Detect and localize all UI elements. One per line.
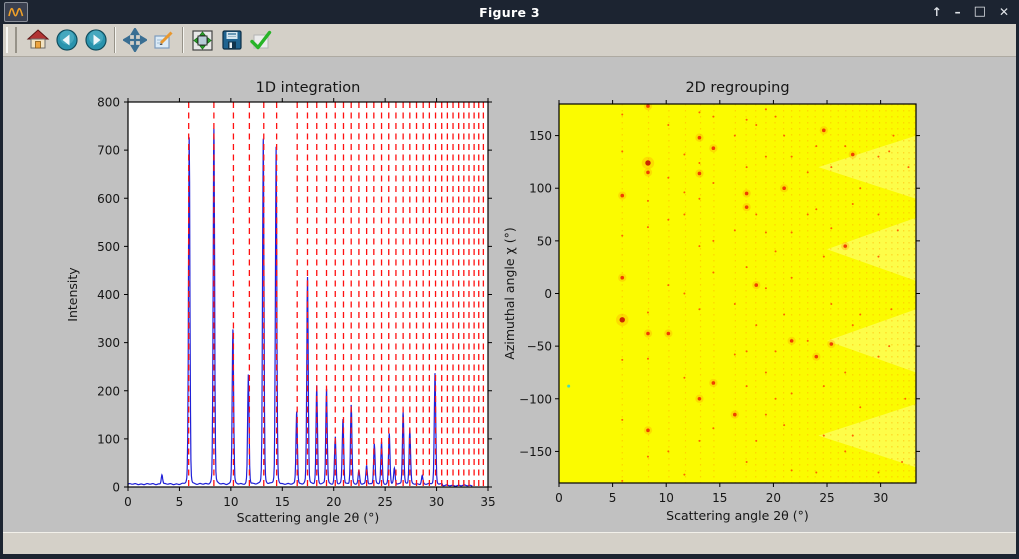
window-title: Figure 3 (0, 5, 1019, 20)
pan-icon (123, 28, 147, 52)
svg-text:0: 0 (124, 495, 132, 509)
svg-text:15: 15 (275, 495, 290, 509)
svg-text:25: 25 (378, 495, 393, 509)
svg-text:Scattering angle 2θ (°): Scattering angle 2θ (°) (666, 508, 809, 523)
svg-text:0: 0 (544, 287, 552, 301)
svg-text:20: 20 (326, 495, 341, 509)
svg-text:10: 10 (659, 491, 674, 505)
figure-window: Figure 3 ↑ – □ ✕ (0, 0, 1019, 559)
back-button[interactable] (53, 27, 80, 54)
zoom-button[interactable] (150, 27, 177, 54)
svg-text:35: 35 (480, 495, 495, 509)
chart-2d-regrouping[interactable]: 0 5 10 15 20 25 30 −150 −100 −50 0 50 100 150 2D regro… (500, 75, 970, 530)
subplots-button[interactable] (189, 27, 216, 54)
apply-button[interactable] (247, 27, 274, 54)
svg-text:500: 500 (97, 240, 120, 254)
svg-text:Intensity: Intensity (65, 267, 80, 322)
titlebar[interactable]: Figure 3 ↑ – □ ✕ (0, 0, 1019, 24)
svg-text:−100: −100 (519, 392, 552, 406)
save-button[interactable] (218, 27, 245, 54)
svg-text:Scattering angle 2θ (°): Scattering angle 2θ (°) (237, 510, 380, 525)
svg-text:100: 100 (97, 432, 120, 446)
svg-text:0: 0 (555, 491, 563, 505)
svg-text:10: 10 (223, 495, 238, 509)
svg-text:15: 15 (712, 491, 727, 505)
svg-text:700: 700 (97, 144, 120, 158)
toolbar-separator (182, 27, 184, 53)
forward-icon (84, 28, 108, 52)
svg-text:Azimuthal angle χ (°): Azimuthal angle χ (°) (502, 227, 517, 359)
chart-1d-integration[interactable]: 0 5 10 15 20 25 30 35 0 100 200 300 400 500 600 700 800 1… (55, 75, 515, 530)
zoom-rect-icon (152, 28, 176, 52)
close-button[interactable]: ✕ (999, 0, 1009, 24)
svg-text:5: 5 (176, 495, 184, 509)
svg-text:25: 25 (819, 491, 834, 505)
svg-text:2D regrouping: 2D regrouping (685, 80, 789, 96)
statusbar (3, 532, 1016, 554)
svg-text:300: 300 (97, 336, 120, 350)
save-icon (220, 28, 244, 52)
forward-button[interactable] (82, 27, 109, 54)
shade-button[interactable]: ↑ (932, 0, 942, 24)
svg-text:30: 30 (429, 495, 444, 509)
svg-text:150: 150 (529, 129, 552, 143)
svg-text:20: 20 (766, 491, 781, 505)
window-controls: ↑ – □ ✕ (932, 0, 1009, 24)
minimize-button[interactable]: – (955, 0, 961, 24)
toolbar-grip[interactable] (6, 27, 17, 53)
toolbar (3, 24, 1016, 57)
maximize-button[interactable]: □ (974, 0, 986, 24)
svg-text:800: 800 (97, 96, 120, 110)
svg-text:−150: −150 (519, 445, 552, 459)
check-icon (248, 28, 273, 53)
svg-text:1D integration: 1D integration (256, 80, 361, 96)
home-button[interactable] (24, 27, 51, 54)
back-icon (55, 28, 79, 52)
svg-text:−50: −50 (527, 340, 552, 354)
toolbar-separator (114, 27, 116, 53)
home-icon (26, 28, 50, 52)
svg-text:5: 5 (609, 491, 617, 505)
svg-text:200: 200 (97, 384, 120, 398)
svg-text:100: 100 (529, 182, 552, 196)
svg-text:400: 400 (97, 288, 120, 302)
figure-canvas: 0510152025303501002003004005006007008001… (3, 57, 1016, 532)
svg-text:30: 30 (873, 491, 888, 505)
svg-text:50: 50 (537, 234, 552, 248)
svg-text:600: 600 (97, 192, 120, 206)
svg-text:0: 0 (112, 481, 120, 495)
subplots-icon (190, 28, 215, 53)
pan-button[interactable] (121, 27, 148, 54)
